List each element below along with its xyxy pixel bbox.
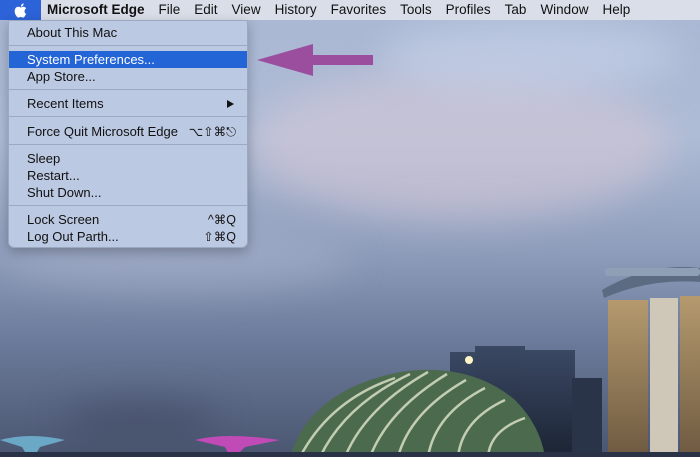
menu-window[interactable]: Window xyxy=(533,0,595,20)
menu-item-label: Shut Down... xyxy=(27,185,102,200)
menu-item-recent-items[interactable]: Recent Items xyxy=(14,95,242,112)
menu-item-about-this-mac[interactable]: About This Mac xyxy=(14,24,242,41)
menu-bar: Microsoft Edge File Edit View History Fa… xyxy=(0,0,700,20)
apple-menu-button[interactable] xyxy=(0,0,41,20)
menu-history[interactable]: History xyxy=(268,0,324,20)
menu-item-label: Restart... xyxy=(27,168,80,183)
arrow-left-icon xyxy=(257,44,373,76)
menu-item-force-quit[interactable]: Force Quit Microsoft Edge ⌥⇧⌘⎋ xyxy=(14,123,242,140)
menu-separator xyxy=(9,144,247,145)
menu-tools[interactable]: Tools xyxy=(393,0,439,20)
menu-item-restart[interactable]: Restart... xyxy=(14,167,242,184)
menu-item-log-out[interactable]: Log Out Parth... ⇧⌘Q xyxy=(14,228,242,245)
menu-item-label: System Preferences... xyxy=(27,52,155,67)
menu-item-label: About This Mac xyxy=(27,25,118,40)
menu-item-shut-down[interactable]: Shut Down... xyxy=(14,184,242,201)
menu-app-name[interactable]: Microsoft Edge xyxy=(41,0,152,20)
menu-file[interactable]: File xyxy=(152,0,188,20)
menu-separator xyxy=(9,89,247,90)
menu-separator xyxy=(9,205,247,206)
chevron-right-icon xyxy=(227,99,234,108)
apple-logo-icon xyxy=(14,2,27,18)
shortcut-label: ⌥⇧⌘⎋ xyxy=(188,124,236,139)
apple-dropdown-menu: About This Mac System Preferences... App… xyxy=(8,20,248,248)
menu-item-label: Log Out Parth... xyxy=(27,229,119,244)
menu-view[interactable]: View xyxy=(225,0,268,20)
menu-separator xyxy=(9,45,247,46)
menu-tab[interactable]: Tab xyxy=(498,0,534,20)
menu-item-label: Sleep xyxy=(27,151,61,166)
menu-help[interactable]: Help xyxy=(595,0,637,20)
shortcut-label: ⇧⌘Q xyxy=(203,230,236,244)
menu-item-system-preferences[interactable]: System Preferences... xyxy=(9,51,247,68)
menu-item-label: App Store... xyxy=(27,69,96,84)
menu-edit[interactable]: Edit xyxy=(187,0,224,20)
menu-item-label: Recent Items xyxy=(27,96,104,111)
menu-item-label: Force Quit Microsoft Edge xyxy=(27,124,178,139)
menu-favorites[interactable]: Favorites xyxy=(324,0,394,20)
menu-item-app-store[interactable]: App Store... xyxy=(14,68,242,85)
menu-item-label: Lock Screen xyxy=(27,212,100,227)
menu-separator xyxy=(9,116,247,117)
shortcut-label: ^⌘Q xyxy=(207,213,236,227)
menu-item-lock-screen[interactable]: Lock Screen ^⌘Q xyxy=(14,211,242,228)
menu-item-sleep[interactable]: Sleep xyxy=(14,150,242,167)
menu-profiles[interactable]: Profiles xyxy=(439,0,498,20)
